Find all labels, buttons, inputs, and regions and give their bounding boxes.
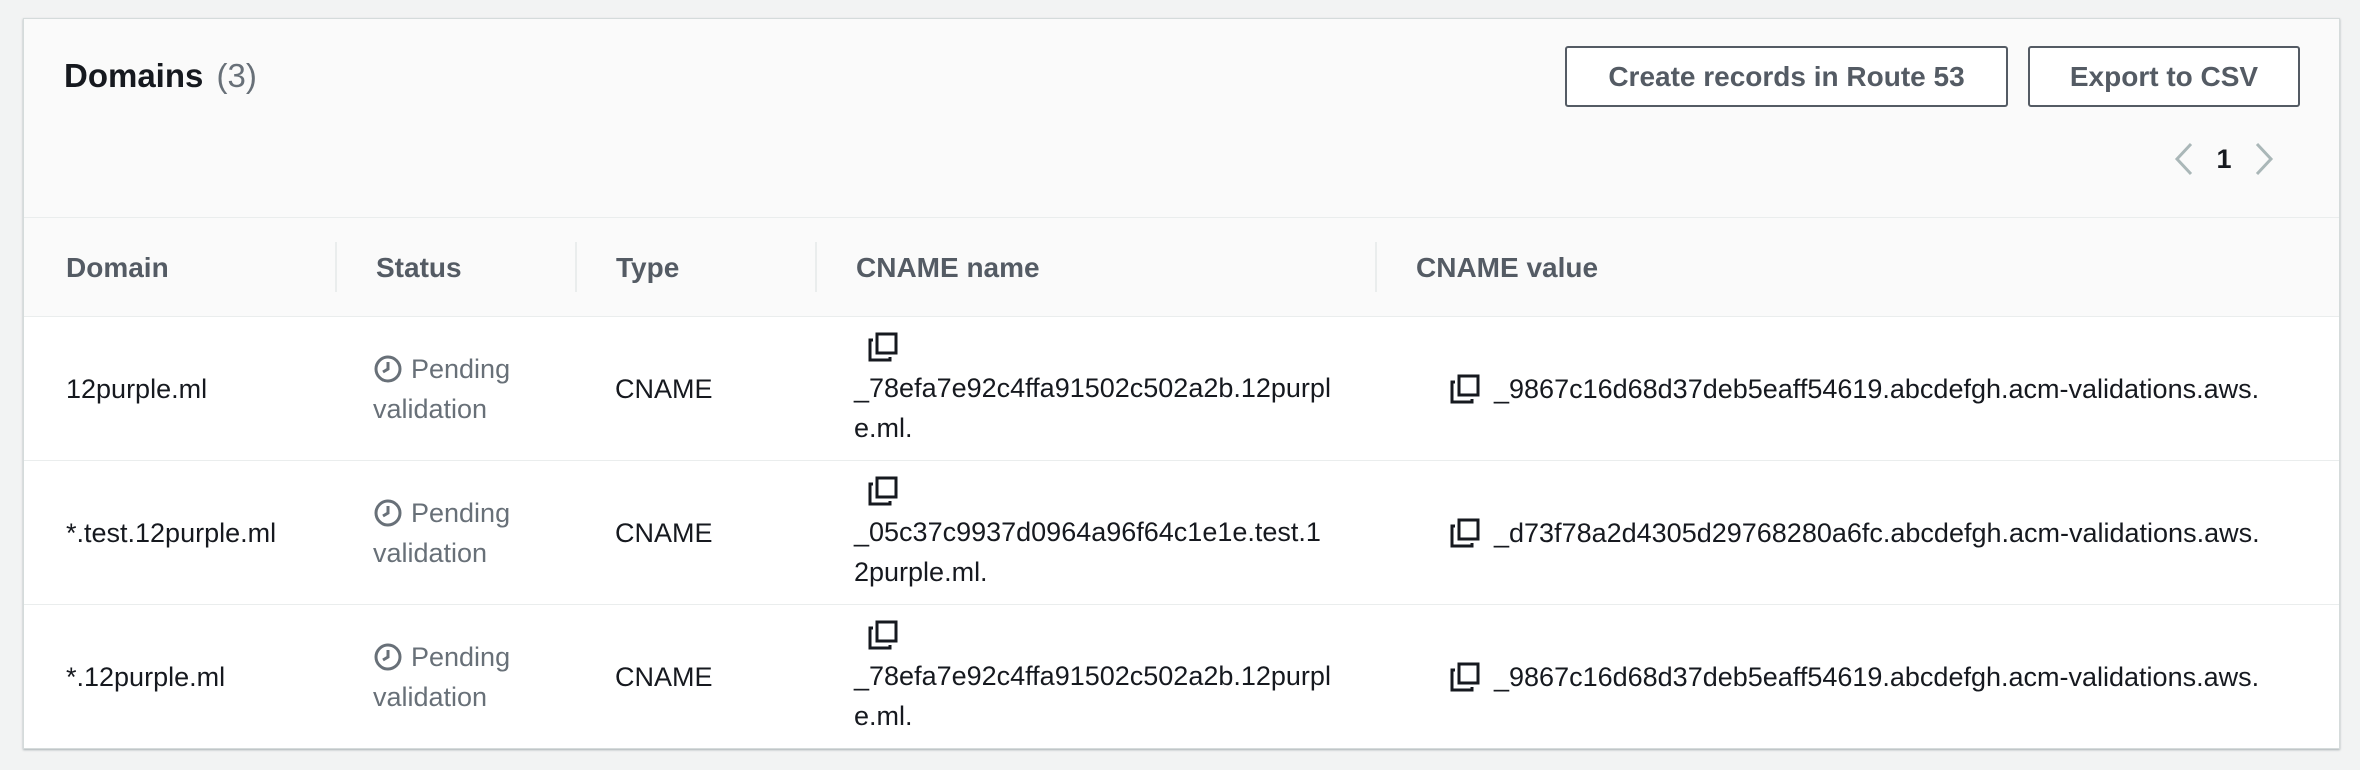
panel-header: Domains (3) Create records in Route 53 E… [24, 19, 2339, 218]
status-text: Pending [411, 498, 511, 528]
page-title: Domains (3) [64, 57, 257, 95]
domain-cell: 12purple.ml [66, 373, 208, 404]
copy-icon[interactable] [1448, 660, 1482, 694]
table-row: 12purple.ml Pending validation CNAME _78… [24, 317, 2339, 461]
cname-value-cell: _9867c16d68d37deb5eaff54619.abcdefgh.acm… [1448, 317, 2259, 461]
create-records-button[interactable]: Create records in Route 53 [1565, 46, 2008, 107]
column-header-status[interactable]: Status [376, 218, 462, 317]
title-text: Domains [64, 57, 204, 94]
column-divider[interactable] [1375, 242, 1377, 292]
status-text: Pending [411, 354, 511, 384]
status-text: validation [373, 682, 488, 712]
column-header-domain[interactable]: Domain [66, 218, 169, 317]
table-row: *.test.12purple.ml Pending validation CN… [24, 461, 2339, 605]
column-divider[interactable] [815, 242, 817, 292]
column-header-cname-name[interactable]: CNAME name [856, 218, 1040, 317]
domain-cell: *.test.12purple.ml [66, 517, 277, 548]
clock-icon [373, 642, 403, 672]
copy-icon[interactable] [866, 330, 900, 364]
copy-icon[interactable] [866, 474, 900, 508]
page-number[interactable]: 1 [2204, 144, 2244, 175]
cname-name-cell: _78efa7e92c4ffa91502c502a2b.12purple.ml. [854, 605, 1334, 748]
cname-value-text: _d73f78a2d4305d29768280a6fc.abcdefgh.acm… [1494, 517, 2260, 548]
domains-table: Domain Status Type CNAME name CNAME valu… [24, 218, 2339, 748]
status-text: validation [373, 394, 488, 424]
copy-icon[interactable] [1448, 372, 1482, 406]
clock-icon [373, 354, 403, 384]
status-cell: Pending validation [373, 317, 510, 461]
type-cell: CNAME [615, 373, 713, 404]
status-text: Pending [411, 642, 511, 672]
pagination: 1 [2164, 139, 2284, 179]
cname-name-cell: _78efa7e92c4ffa91502c502a2b.12purple.ml. [854, 317, 1334, 461]
status-text: validation [373, 538, 488, 568]
type-cell: CNAME [615, 661, 713, 692]
table-header: Domain Status Type CNAME name CNAME valu… [24, 218, 2339, 317]
status-cell: Pending validation [373, 461, 510, 605]
status-cell: Pending validation [373, 605, 511, 748]
cname-value-cell: _d73f78a2d4305d29768280a6fc.abcdefgh.acm… [1448, 461, 2260, 605]
table-row: *.12purple.ml Pending validation CNAME _… [24, 605, 2339, 748]
domain-cell: *.12purple.ml [66, 661, 226, 692]
export-csv-button[interactable]: Export to CSV [2028, 46, 2300, 107]
copy-icon[interactable] [866, 618, 900, 652]
type-cell: CNAME [615, 517, 713, 548]
cname-name-text: _78efa7e92c4ffa91502c502a2b.12purple.ml. [854, 661, 1331, 731]
column-divider[interactable] [575, 242, 577, 292]
column-header-cname-value[interactable]: CNAME value [1416, 218, 1598, 317]
cname-name-cell: _05c37c9937d0964a96f64c1e1e.test.12purpl… [854, 461, 1334, 605]
domain-count: (3) [216, 57, 257, 94]
column-divider[interactable] [335, 242, 337, 292]
cname-value-text: _9867c16d68d37deb5eaff54619.abcdefgh.acm… [1494, 661, 2260, 692]
cname-value-text: _9867c16d68d37deb5eaff54619.abcdefgh.acm… [1494, 373, 2260, 404]
cname-name-text: _05c37c9937d0964a96f64c1e1e.test.12purpl… [854, 517, 1321, 587]
copy-icon[interactable] [1448, 516, 1482, 550]
clock-icon [373, 498, 403, 528]
cname-name-text: _78efa7e92c4ffa91502c502a2b.12purple.ml. [854, 373, 1331, 443]
cname-value-cell: _9867c16d68d37deb5eaff54619.abcdefgh.acm… [1448, 605, 2260, 748]
domains-panel: Domains (3) Create records in Route 53 E… [23, 18, 2340, 749]
chevron-right-icon[interactable] [2244, 139, 2284, 179]
column-header-type[interactable]: Type [616, 218, 679, 317]
chevron-left-icon[interactable] [2164, 139, 2204, 179]
